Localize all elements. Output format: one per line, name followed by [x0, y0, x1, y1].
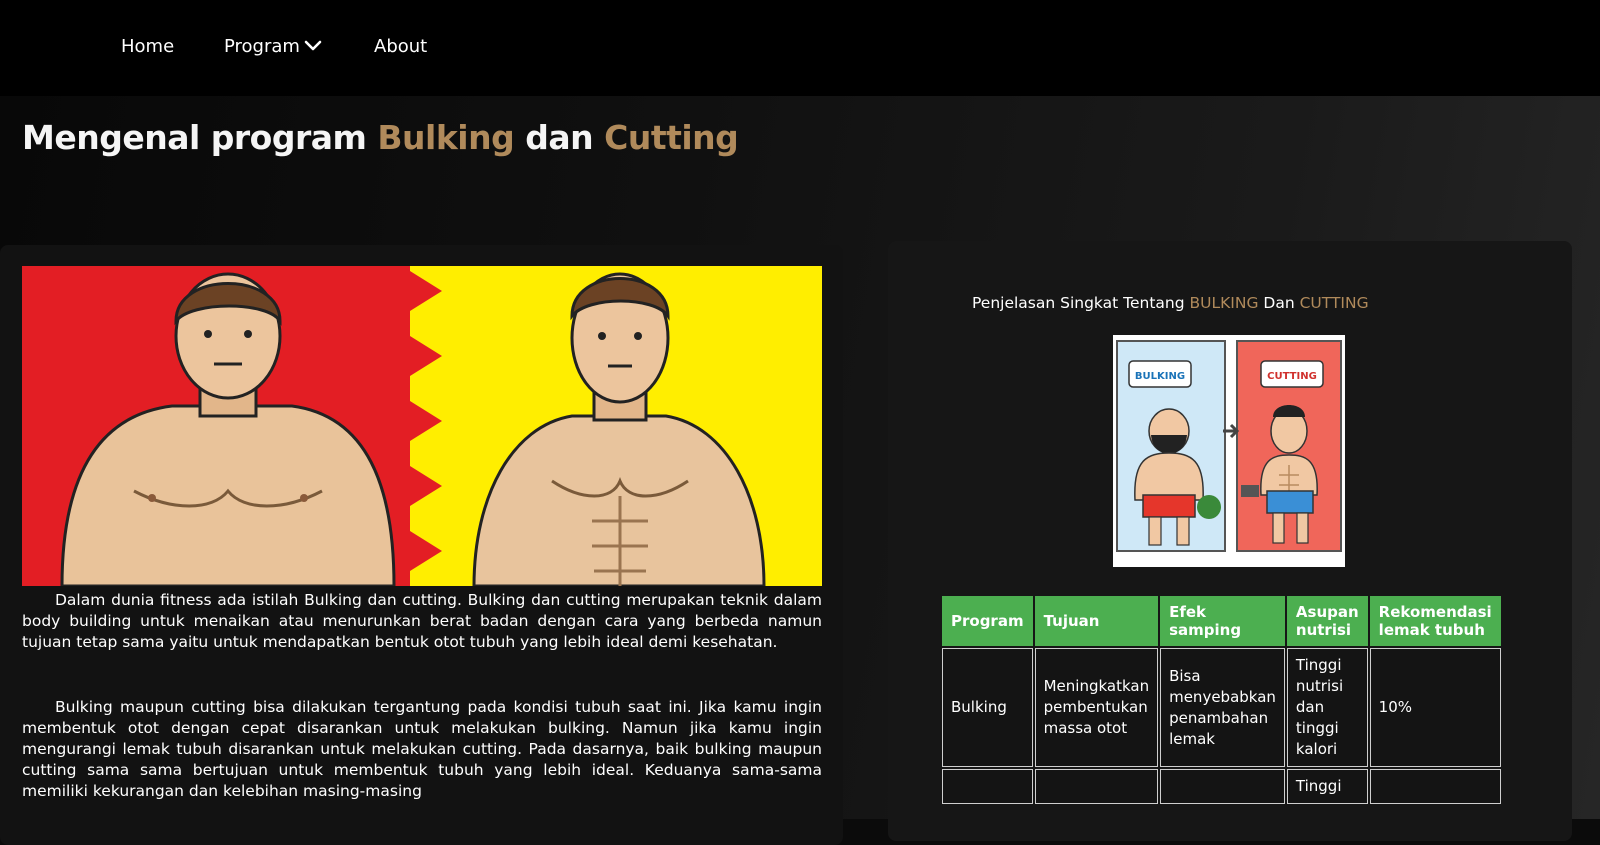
nav-home-link[interactable]: Home: [121, 36, 174, 57]
bulking-cutting-cartoon: BULKING CUTTING: [1113, 335, 1345, 567]
chevron-down-icon: [304, 40, 322, 50]
heading-bulking: BULKING: [1189, 294, 1259, 312]
nav-program-dropdown[interactable]: Program: [224, 36, 322, 57]
table-cell: Bulking: [942, 648, 1033, 767]
header-program: Program: [942, 596, 1033, 646]
heading-cutting: CUTTING: [1299, 294, 1369, 312]
table-cell: 10%: [1369, 648, 1501, 767]
table-cell: Tinggi: [1286, 769, 1368, 804]
title-cutting: Cutting: [604, 118, 739, 157]
table-cell: [942, 769, 1033, 804]
title-middle: dan: [514, 118, 605, 157]
title-bulking: Bulking: [377, 118, 515, 157]
nav-about-link[interactable]: About: [374, 36, 427, 57]
program-comparison-table: Program Tujuan Efek samping Asupan nutri…: [940, 594, 1503, 806]
heading-prefix: Penjelasan Singkat Tentang: [972, 294, 1190, 312]
page-title: Mengenal program Bulking dan Cutting: [22, 118, 739, 157]
table-row: Bulking Meningkatkan pembentukan massa o…: [942, 648, 1501, 767]
explanation-heading: Penjelasan Singkat Tentang BULKING Dan C…: [972, 294, 1369, 312]
table-cell: Meningkatkan pembentukan massa otot: [1034, 648, 1159, 767]
title-prefix: Mengenal program: [22, 118, 378, 157]
header-tujuan: Tujuan: [1034, 596, 1159, 646]
header-rekomendasi-lemak: Rekomendasi lemak tubuh: [1369, 596, 1501, 646]
intro-paragraph-1: Dalam dunia fitness ada istilah Bulking …: [22, 591, 822, 651]
intro-paragraph-2: Bulking maupun cutting bisa dilakukan te…: [22, 698, 822, 800]
table-cell: [1034, 769, 1159, 804]
bulking-vs-cutting-illustration: [22, 266, 822, 586]
top-navigation: Home Program About: [0, 0, 1600, 96]
table-cell: Tinggi nutrisi dan tinggi kalori: [1286, 648, 1368, 767]
table-row: Tinggi: [942, 769, 1501, 804]
table-cell: [1369, 769, 1501, 804]
table-cell: Bisa menyebabkan penambahan lemak: [1160, 648, 1285, 767]
svg-text:BULKING: BULKING: [1135, 371, 1185, 382]
header-asupan-nutrisi: Asupan nutrisi: [1286, 596, 1368, 646]
table-cell: [1160, 769, 1285, 804]
nav-program-label: Program: [224, 36, 300, 57]
svg-text:CUTTING: CUTTING: [1267, 371, 1317, 382]
heading-middle: Dan: [1258, 294, 1300, 312]
header-efek-samping: Efek samping: [1160, 596, 1285, 646]
table-header-row: Program Tujuan Efek samping Asupan nutri…: [942, 596, 1501, 646]
